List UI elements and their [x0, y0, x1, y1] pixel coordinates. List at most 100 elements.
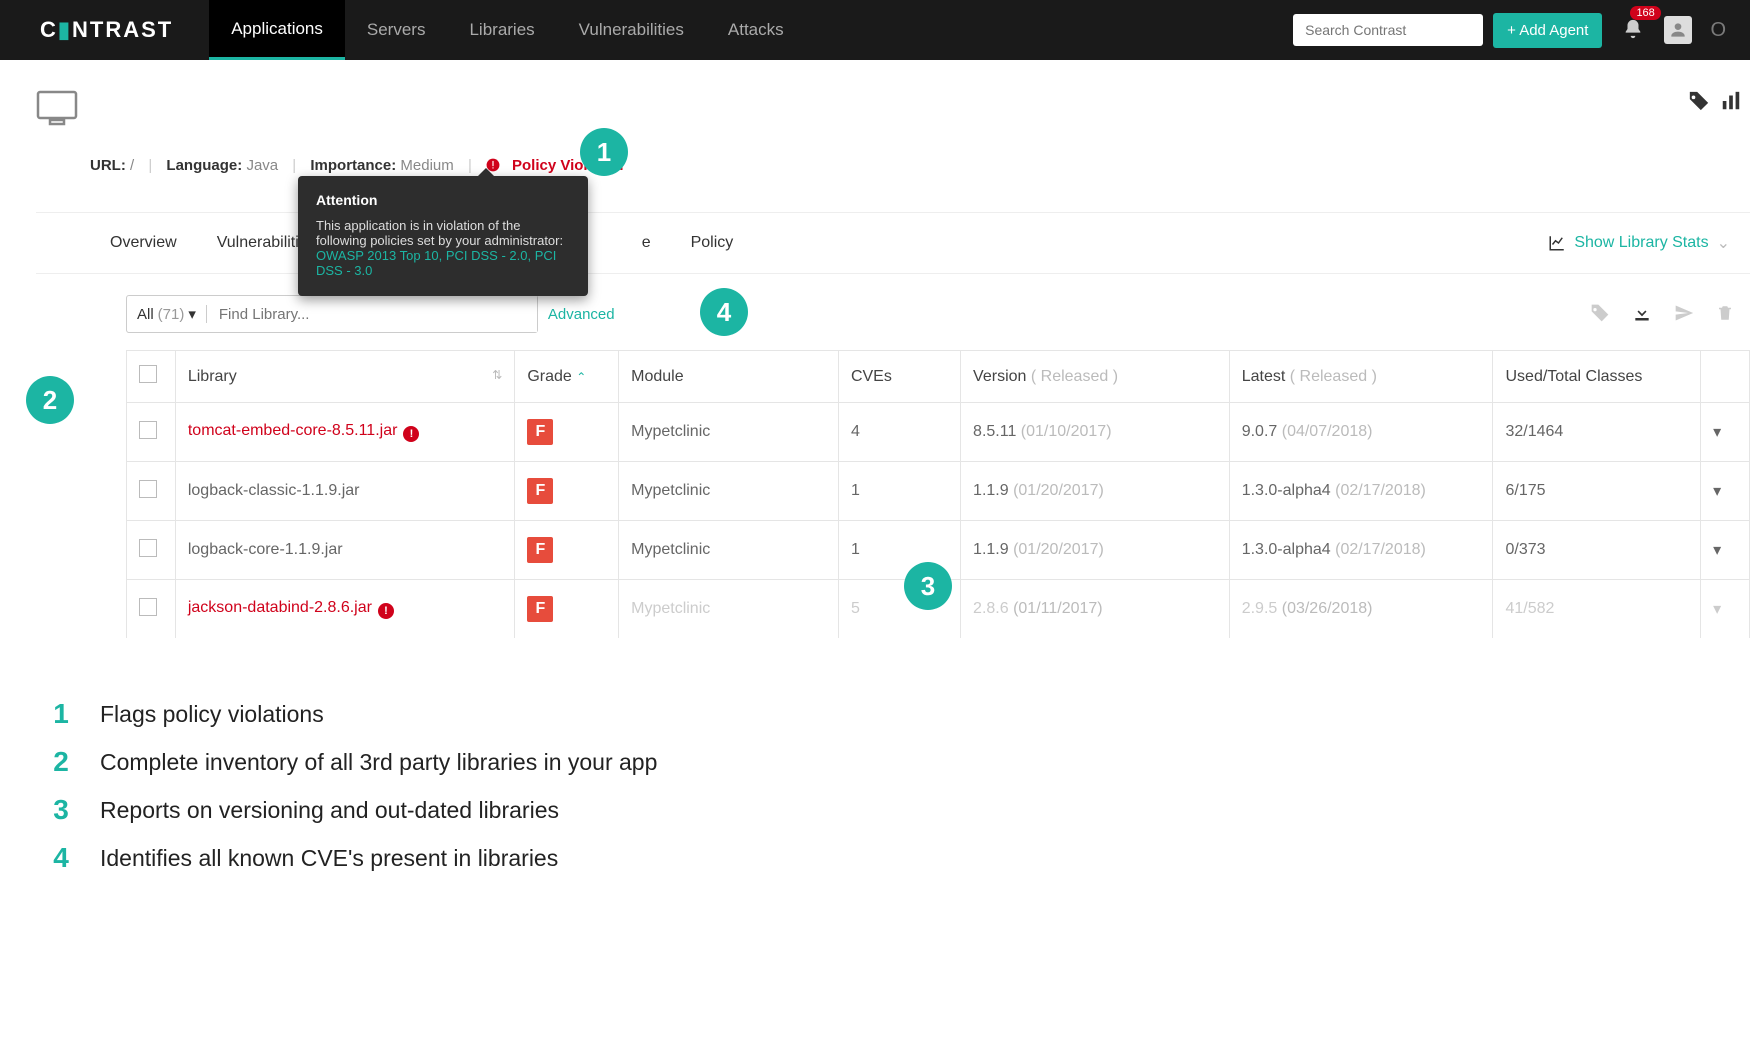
version-cell: 2.8.6 (01/11/2017) [961, 580, 1230, 639]
grade-badge: F [527, 419, 553, 445]
tag-action-icon[interactable] [1590, 303, 1610, 326]
show-library-stats-button[interactable]: Show Library Stats ⌄ [1548, 233, 1730, 253]
sort-icon: ⇅ [492, 368, 502, 382]
top-nav: C▮NTRAST Applications Servers Libraries … [0, 0, 1750, 60]
table-row: tomcat-embed-core-8.5.11.jar! F Mypetclini… [127, 403, 1750, 462]
content-area: URL: / | Language: Java | Importance: Me… [0, 60, 1750, 638]
col-classes[interactable]: Used/Total Classes [1493, 351, 1701, 403]
library-name[interactable]: logback-classic-1.1.9.jar [188, 482, 360, 499]
version-cell: 8.5.11 (01/10/2017) [961, 403, 1230, 462]
classes-cell: 41/582 [1493, 580, 1701, 639]
col-cves[interactable]: CVEs [838, 351, 960, 403]
notifications-button[interactable]: 168 [1622, 18, 1644, 43]
legend-row: 3Reports on versioning and out-dated lib… [46, 794, 1750, 826]
expand-row[interactable]: ▾ [1701, 462, 1750, 521]
callout-1: 1 [580, 128, 628, 176]
legend-row: 2Complete inventory of all 3rd party lib… [46, 746, 1750, 778]
legend-text: Identifies all known CVE's present in li… [100, 845, 558, 872]
url-value: / [130, 157, 134, 174]
legend-text: Flags policy violations [100, 701, 324, 728]
legend-number: 4 [46, 842, 76, 874]
library-name[interactable]: tomcat-embed-core-8.5.11.jar [188, 422, 398, 439]
grade-badge: F [527, 596, 553, 622]
chevron-down-icon: ⌄ [1717, 233, 1730, 253]
notification-count-badge: 168 [1630, 6, 1660, 20]
row-checkbox[interactable] [139, 421, 157, 439]
filter-all-dropdown[interactable]: All (71) ▾ [127, 305, 207, 323]
logo-accent-icon: ▮ [58, 17, 72, 43]
tag-icon[interactable] [1688, 90, 1710, 115]
library-name[interactable]: logback-core-1.1.9.jar [188, 541, 343, 558]
nav-vulnerabilities[interactable]: Vulnerabilities [557, 0, 706, 60]
table-row: logback-classic-1.1.9.jarFMypetclinic11.… [127, 462, 1750, 521]
tooltip-body: This application is in violation of the … [316, 218, 570, 248]
trash-icon[interactable] [1716, 303, 1734, 326]
col-module[interactable]: Module [619, 351, 839, 403]
alert-icon: ! [378, 603, 394, 619]
library-name[interactable]: jackson-databind-2.8.6.jar [188, 599, 372, 616]
module-cell: Mypetclinic [619, 403, 839, 462]
logo-text-2: NTRAST [72, 17, 173, 43]
policy-tooltip: Attention This application is in violati… [298, 176, 588, 296]
chart-line-icon [1548, 234, 1566, 252]
find-library-input[interactable] [207, 296, 537, 332]
version-cell: 1.1.9 (01/20/2017) [961, 462, 1230, 521]
stats-icon[interactable] [1720, 90, 1742, 115]
tab-overview[interactable]: Overview [90, 234, 197, 252]
user-avatar[interactable] [1664, 16, 1692, 44]
grade-badge: F [527, 537, 553, 563]
logo-text: C [40, 17, 58, 43]
col-library[interactable]: Library ⇅ [175, 351, 514, 403]
language-label: Language: [166, 157, 242, 174]
filter-count: (71) [158, 306, 185, 323]
latest-cell: 2.9.5 (03/26/2018) [1229, 580, 1493, 639]
classes-cell: 0/373 [1493, 521, 1701, 580]
download-icon[interactable] [1632, 303, 1652, 326]
callout-3: 3 [904, 562, 952, 610]
filter-box: All (71) ▾ [126, 295, 538, 333]
select-all-checkbox[interactable] [139, 365, 157, 383]
row-checkbox[interactable] [139, 539, 157, 557]
col-version[interactable]: Version ( Released ) [961, 351, 1230, 403]
advanced-link[interactable]: Advanced [548, 306, 615, 323]
app-tabs: Overview Vulnerabilities e Policy Show L… [36, 212, 1750, 274]
user-icon [1668, 20, 1688, 40]
sort-active-icon: ⌃ [576, 370, 586, 384]
col-grade[interactable]: Grade ⌃ [515, 351, 619, 403]
callout-4: 4 [700, 288, 748, 336]
latest-cell: 1.3.0-alpha4 (02/17/2018) [1229, 521, 1493, 580]
add-agent-button[interactable]: + Add Agent [1493, 13, 1602, 48]
classes-cell: 6/175 [1493, 462, 1701, 521]
language-value: Java [246, 157, 278, 174]
legend-list: 1Flags policy violations2Complete invent… [46, 698, 1750, 874]
nav-libraries[interactable]: Libraries [447, 0, 556, 60]
callout-2: 2 [26, 376, 74, 424]
module-cell: Mypetclinic [619, 521, 839, 580]
send-icon[interactable] [1674, 303, 1694, 326]
legend-text: Reports on versioning and out-dated libr… [100, 797, 559, 824]
module-cell: Mypetclinic [619, 462, 839, 521]
logo: C▮NTRAST [40, 17, 173, 43]
app-meta-row: URL: / | Language: Java | Importance: Me… [90, 157, 1750, 174]
tab-hidden-e[interactable]: e [622, 234, 671, 252]
expand-row[interactable]: ▾ [1701, 580, 1750, 639]
nav-attacks[interactable]: Attacks [706, 0, 806, 60]
row-checkbox[interactable] [139, 598, 157, 616]
nav-servers[interactable]: Servers [345, 0, 448, 60]
filter-all-label: All [137, 306, 154, 323]
col-latest[interactable]: Latest ( Released ) [1229, 351, 1493, 403]
expand-row[interactable]: ▾ [1701, 521, 1750, 580]
show-stats-label: Show Library Stats [1574, 234, 1708, 252]
expand-row[interactable]: ▾ [1701, 403, 1750, 462]
tab-policy[interactable]: Policy [671, 234, 754, 252]
nav-applications[interactable]: Applications [209, 0, 345, 60]
caret-down-icon: ▾ [188, 305, 196, 323]
overflow-char: O [1710, 19, 1726, 42]
legend-text: Complete inventory of all 3rd party libr… [100, 749, 657, 776]
alert-icon: ! [403, 426, 419, 442]
grade-badge: F [527, 478, 553, 504]
search-input[interactable] [1293, 14, 1483, 46]
row-checkbox[interactable] [139, 480, 157, 498]
tooltip-policy-links[interactable]: OWASP 2013 Top 10, PCI DSS - 2.0, PCI DS… [316, 248, 556, 278]
module-cell: Mypetclinic [619, 580, 839, 639]
